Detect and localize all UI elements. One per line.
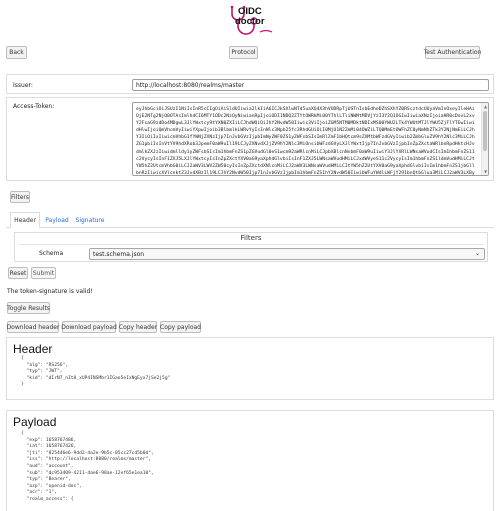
schema-selected-value: test.schema.json — [93, 251, 145, 258]
filters-button[interactable]: Filters — [10, 191, 30, 203]
issuer-label: Issuer: — [13, 82, 33, 89]
schema-select[interactable]: test.schema.json ⌄ — [89, 248, 485, 260]
payload-output-title: Payload — [13, 415, 57, 429]
token-panel: Access-Token: eyJhbGciOiJSUzI1NiIsInR5cC… — [6, 97, 494, 181]
header-output-title: Header — [13, 342, 53, 356]
filters-title: Filters — [240, 234, 262, 242]
copy-header-button[interactable]: Copy header — [119, 321, 157, 333]
schema-label: Schema — [39, 250, 64, 257]
copy-payload-button[interactable]: Copy payload — [160, 321, 201, 333]
payload-json: { "exp": 1658767486, "iat": 1658767426, … — [21, 431, 154, 502]
download-header-button[interactable]: Download header — [7, 321, 59, 333]
scroll-down-icon[interactable]: ▼ — [483, 169, 488, 174]
chevron-down-icon: ⌄ — [474, 250, 480, 257]
issuer-panel: Issuer: http://localhost:8080/realms/mas… — [6, 74, 494, 94]
tab-header[interactable]: Header — [10, 212, 40, 228]
tab-payload[interactable]: Payload — [42, 212, 72, 228]
filters-panel: Filters Schema test.schema.json ⌄ — [14, 232, 488, 262]
filters-divider — [19, 244, 483, 245]
issuer-input[interactable]: http://localhost:8080/realms/master — [132, 79, 489, 91]
submit-button[interactable]: Submit — [31, 267, 56, 279]
tab-signature[interactable]: Signature — [74, 212, 106, 228]
scroll-thumb[interactable] — [483, 111, 487, 151]
scroll-up-icon[interactable]: ▲ — [483, 104, 488, 109]
access-token-textarea[interactable]: eyJhbGciOiJSUzI1NiIsInR5cCIgOiAiSldUIiwi… — [132, 102, 489, 176]
logo-line2: doctor — [235, 16, 265, 27]
payload-output-panel: Payload { "exp": 1658767486, "iat": 1658… — [6, 410, 494, 511]
toggle-results-button[interactable]: Toggle Results — [7, 302, 50, 314]
access-token-label: Access-Token: — [13, 103, 55, 110]
reset-button[interactable]: Reset — [8, 267, 28, 279]
protocol-button[interactable]: Protocol — [229, 46, 258, 59]
access-token-value: eyJhbGciOiJSUzI1NiIsInR5cCIgOiAiSldUIiwi… — [136, 107, 475, 176]
signature-valid-message: The token-signature is valid! — [7, 288, 93, 295]
back-button[interactable]: Back — [6, 46, 27, 59]
logo-text: OIDC doctor — [232, 7, 265, 27]
test-authentication-button[interactable]: Test Authentication — [424, 46, 481, 59]
header-json: { "alg": "RS256", "typ": "JWT", "kid": "… — [21, 356, 171, 388]
header-output-panel: Header { "alg": "RS256", "typ": "JWT", "… — [6, 337, 494, 400]
token-scrollbar[interactable]: ▲ ▼ — [481, 103, 488, 175]
download-payload-button[interactable]: Download payload — [61, 321, 117, 333]
tab-bar: Header Payload Signature — [6, 212, 494, 228]
